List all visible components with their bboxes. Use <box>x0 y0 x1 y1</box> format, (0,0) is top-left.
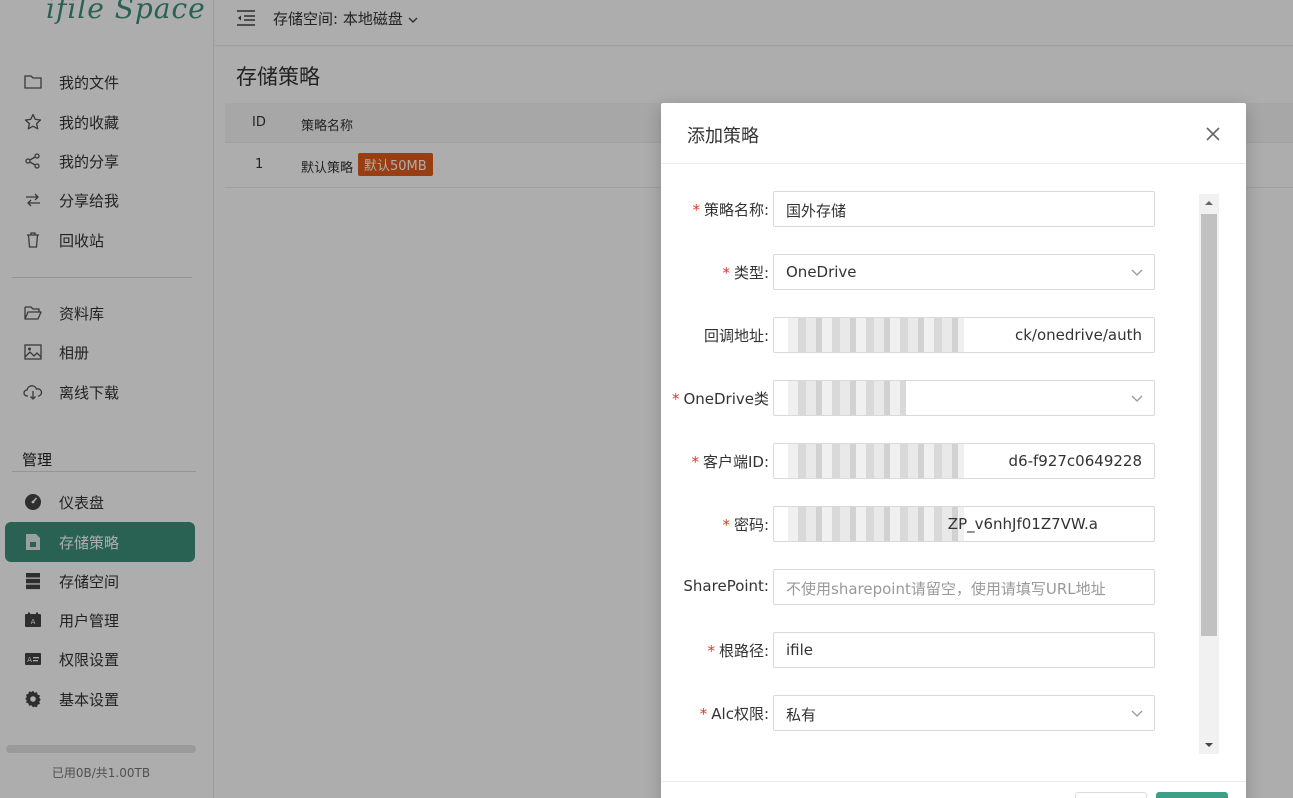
redacted-region <box>788 444 964 478</box>
secret-input[interactable]: ZP_v6nhJf01Z7VW.a <box>773 506 1155 542</box>
sharepoint-input[interactable]: 不使用sharepoint请留空，使用请填写URL地址 <box>773 569 1155 605</box>
required-mark: * <box>699 705 708 723</box>
dialog-title: 添加策略 <box>687 126 759 147</box>
form-row-client-id: * 客户端ID: d6-f927c0649228 <box>661 443 1181 479</box>
required-mark: * <box>707 642 715 660</box>
dialog-footer-divider <box>661 781 1246 782</box>
scroll-up-icon[interactable] <box>1199 194 1219 212</box>
required-mark: * <box>722 264 730 282</box>
callback-url-input[interactable]: ck/onedrive/auth <box>773 317 1155 353</box>
close-icon[interactable] <box>1204 125 1222 143</box>
field-label: * 类型: <box>722 264 769 282</box>
onedrive-type-select[interactable] <box>773 380 1155 416</box>
form-row-type: * 类型: OneDrive <box>661 254 1181 290</box>
redacted-region <box>788 381 906 415</box>
redacted-region <box>788 507 964 541</box>
dialog-body: * 策略名称: 国外存储 * 类型: OneDrive 回调地址: ck/onedr… <box>661 164 1246 781</box>
confirm-button[interactable] <box>1156 792 1228 798</box>
client-id-input[interactable]: d6-f927c0649228 <box>773 443 1155 479</box>
required-mark: * <box>722 516 730 534</box>
required-mark: * <box>691 453 699 471</box>
form-row-policy-name: * 策略名称: 国外存储 <box>661 191 1181 227</box>
form-row-secret: * 密码: ZP_v6nhJf01Z7VW.a <box>661 506 1181 542</box>
chevron-down-icon <box>1130 265 1144 279</box>
field-label: * 策略名称: <box>692 201 769 219</box>
field-label: * OneDrive类 <box>671 390 769 408</box>
field-label: * 客户端ID: <box>691 453 769 471</box>
acl-select[interactable]: 私有 <box>773 695 1155 731</box>
scroll-down-icon[interactable] <box>1199 736 1219 754</box>
chevron-down-icon <box>1130 706 1144 720</box>
policy-name-input[interactable]: 国外存储 <box>773 191 1155 227</box>
type-select[interactable]: OneDrive <box>773 254 1155 290</box>
form-row-onedrive-type: * OneDrive类 <box>661 380 1181 416</box>
cancel-button[interactable] <box>1075 792 1147 798</box>
add-policy-dialog: 添加策略 * 策略名称: 国外存储 * 类型: OneDrive 回调地址: ck/… <box>661 103 1246 798</box>
redacted-region <box>788 318 964 352</box>
scrollbar-thumb[interactable] <box>1201 214 1217 636</box>
form-row-sharepoint: SharePoint: 不使用sharepoint请留空，使用请填写URL地址 <box>661 569 1181 605</box>
chevron-down-icon <box>1130 391 1144 405</box>
required-mark: * <box>671 390 680 408</box>
field-label: SharePoint: <box>683 577 769 595</box>
form-row-root-path: * 根路径: ifile <box>661 632 1181 668</box>
field-label: * Alc权限: <box>699 705 769 723</box>
field-label: * 根路径: <box>707 642 769 660</box>
required-mark: * <box>692 201 700 219</box>
form-row-callback-url: 回调地址: ck/onedrive/auth <box>661 317 1181 353</box>
field-label: * 密码: <box>722 516 769 534</box>
form-row-acl: * Alc权限: 私有 <box>661 695 1181 731</box>
root-path-input[interactable]: ifile <box>773 632 1155 668</box>
field-label: 回调地址: <box>703 327 769 345</box>
